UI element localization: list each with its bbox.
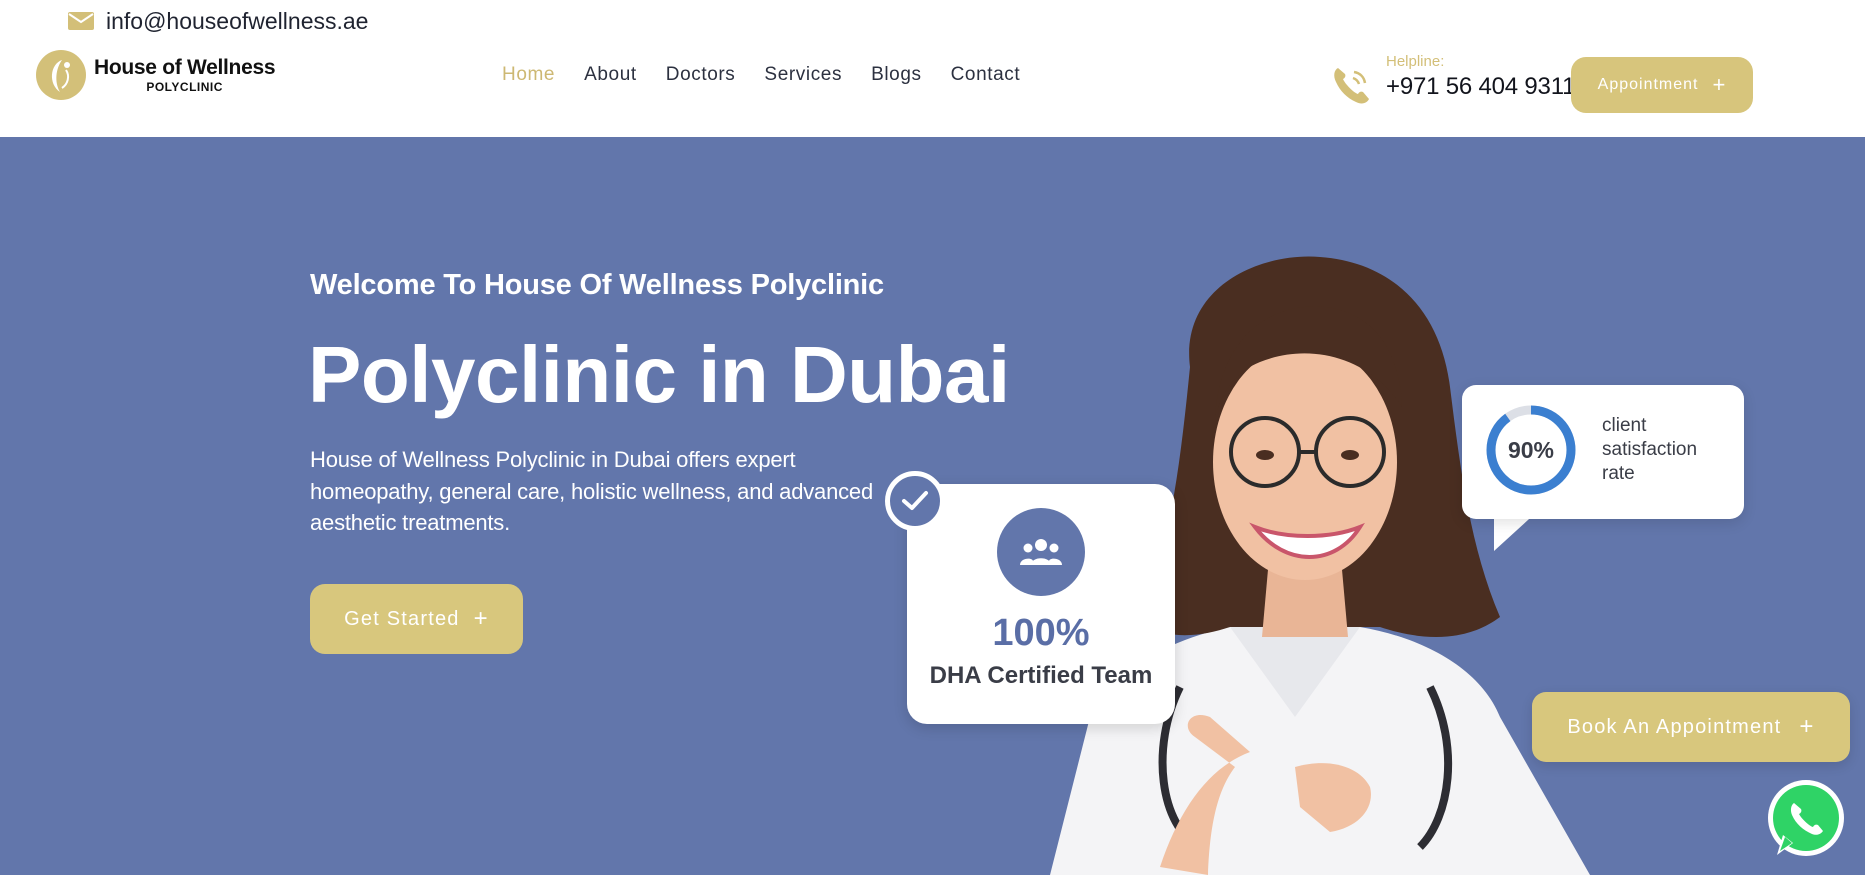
hero-title: Polyclinic in Dubai [308, 330, 1010, 419]
logo-subtitle: POLYCLINIC [146, 80, 223, 94]
hero-kicker: Welcome To House Of Wellness Polyclinic [310, 269, 884, 301]
main-nav: Home About Doctors Services Blogs Contac… [502, 64, 1020, 86]
plus-icon: + [1799, 713, 1815, 740]
site-header: info@houseofwellness.ae House of Wellnes… [0, 0, 1865, 137]
check-icon [885, 471, 945, 531]
team-icon [997, 508, 1085, 596]
dha-value: 100% [992, 612, 1090, 654]
appointment-button[interactable]: Appointment + [1571, 57, 1753, 113]
nav-item-home[interactable]: Home [502, 64, 555, 86]
appointment-button-label: Appointment [1597, 76, 1699, 93]
dha-certified-card: 100% DHA Certified Team [907, 484, 1175, 724]
nav-item-contact[interactable]: Contact [951, 64, 1021, 86]
plus-icon: + [1712, 72, 1727, 97]
book-appointment-button[interactable]: Book An Appointment + [1532, 692, 1850, 762]
get-started-button[interactable]: Get Started + [310, 584, 523, 654]
plus-icon: + [473, 605, 489, 632]
nav-item-blogs[interactable]: Blogs [871, 64, 922, 86]
satisfaction-card: 90% client satisfaction rate [1462, 385, 1744, 519]
hero-section: Welcome To House Of Wellness Polyclinic … [0, 137, 1865, 875]
topbar-email[interactable]: info@houseofwellness.ae [68, 6, 368, 36]
book-appointment-label: Book An Appointment [1567, 715, 1782, 738]
logo[interactable]: House of Wellness POLYCLINIC [36, 50, 276, 100]
logo-mark-icon [36, 50, 86, 100]
get-started-label: Get Started [344, 607, 460, 630]
hero-description: House of Wellness Polyclinic in Dubai of… [310, 447, 873, 535]
phone-icon [1334, 68, 1369, 104]
helpline[interactable]: Helpline: +971 56 404 9311 [1330, 48, 1575, 106]
satisfaction-label: client satisfaction rate [1602, 415, 1698, 484]
email-address[interactable]: info@houseofwellness.ae [106, 8, 368, 35]
logo-title: House of Wellness [94, 56, 276, 79]
helpline-number[interactable]: +971 56 404 9311 [1386, 72, 1575, 102]
helpline-label: Helpline: [1386, 53, 1445, 70]
nav-item-about[interactable]: About [584, 64, 637, 86]
dha-label: DHA Certified Team [929, 662, 1153, 689]
nav-item-services[interactable]: Services [764, 64, 842, 86]
mail-icon [68, 12, 94, 30]
whatsapp-icon[interactable] [1763, 777, 1849, 863]
nav-item-doctors[interactable]: Doctors [666, 64, 736, 86]
satisfaction-value: 90% [1507, 436, 1555, 463]
